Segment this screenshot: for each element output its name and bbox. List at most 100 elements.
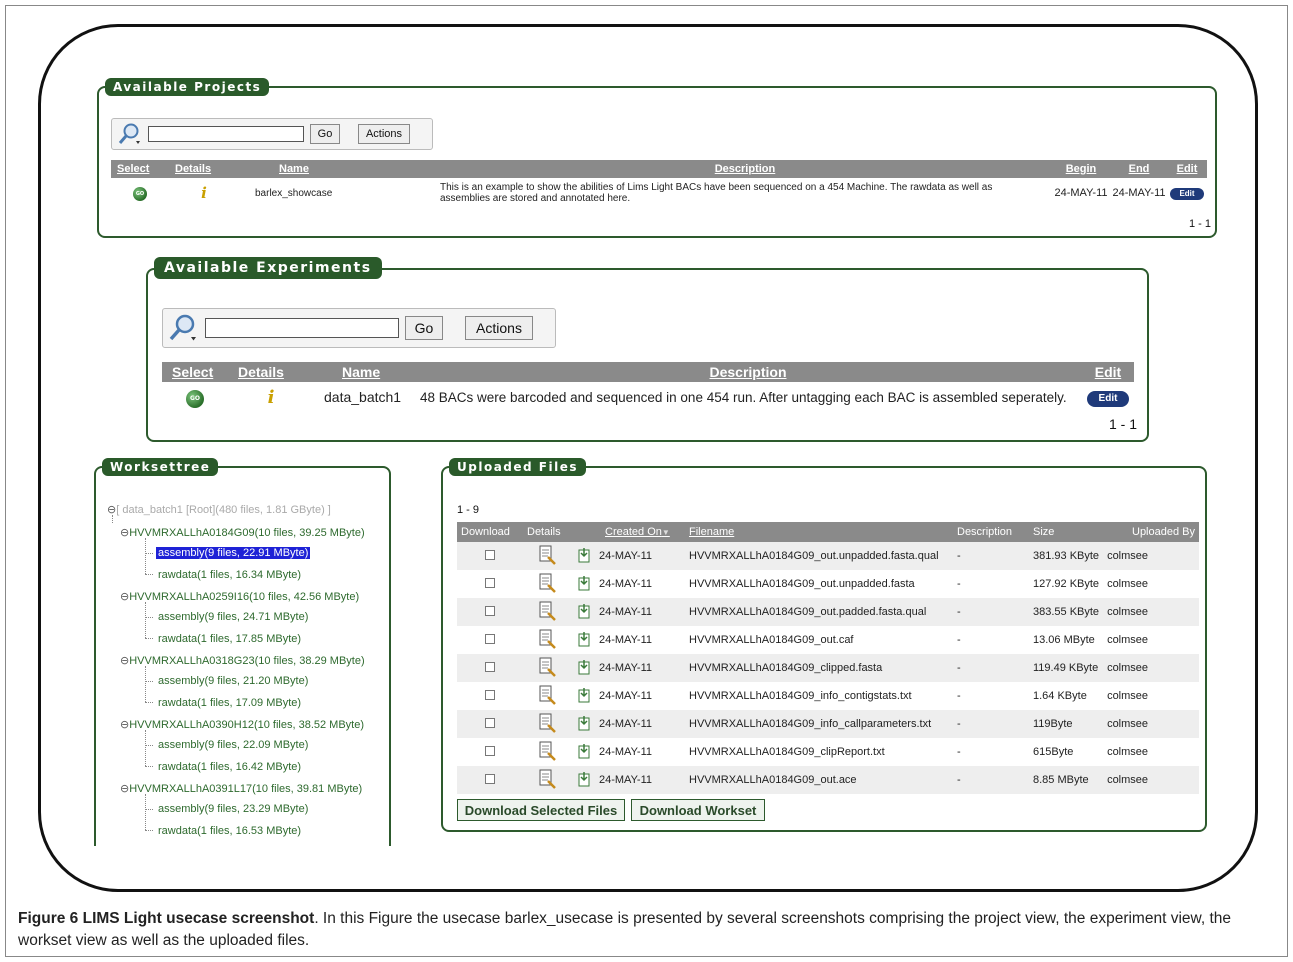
filename[interactable]: HVVMRXALLhA0184G09_info_callparameters.t… [685, 710, 953, 738]
edit-button[interactable]: Edit [1170, 187, 1204, 200]
download-checkbox[interactable] [485, 661, 495, 672]
col-end[interactable]: End [1111, 160, 1167, 178]
col-uploaded-by[interactable]: Uploaded By [1103, 522, 1199, 542]
go-icon[interactable]: GO [186, 389, 204, 408]
go-icon[interactable]: GO [133, 186, 147, 201]
col-details[interactable]: Details [228, 362, 314, 382]
col-select[interactable]: Select [111, 160, 169, 178]
tree-node-bac[interactable]: ⊖HVVMRXALLhA0184G09(10 files, 39.25 MByt… [120, 526, 365, 539]
project-name: barlex_showcase [255, 187, 333, 199]
info-icon[interactable]: i [268, 387, 275, 408]
download-checkbox[interactable] [485, 549, 495, 560]
download-checkbox[interactable] [485, 577, 495, 588]
document-details-icon[interactable] [539, 741, 557, 761]
projects-searchbar: Go Actions [111, 118, 433, 150]
col-begin[interactable]: Begin [1051, 160, 1111, 178]
tree-node-bac[interactable]: ⊖HVVMRXALLhA0391L17(10 files, 39.81 MByt… [120, 782, 362, 795]
download-checkbox[interactable] [485, 689, 495, 700]
projects-table: Select Details Name Description Begin En… [111, 160, 1207, 208]
tree-leaf-rawdata[interactable]: rawdata(1 files, 17.85 MByte) [158, 633, 301, 645]
col-details[interactable]: Details [169, 160, 239, 178]
search-icon[interactable] [169, 313, 201, 343]
info-icon[interactable]: i [201, 184, 207, 202]
col-filename[interactable]: Filename [685, 522, 953, 542]
created-on: 24-MAY-11 [595, 766, 685, 794]
filename[interactable]: HVVMRXALLhA0184G09_clipReport.txt [685, 738, 953, 766]
tree-root[interactable]: ⊖[ data_batch1 [Root](480 files, 1.81 GB… [107, 503, 331, 516]
filename[interactable]: HVVMRXALLhA0184G09_out.unpadded.fasta [685, 570, 953, 598]
tree-leaf-rawdata[interactable]: rawdata(1 files, 16.53 MByte) [158, 825, 301, 837]
document-details-icon[interactable] [539, 629, 557, 649]
file-download-icon[interactable] [578, 631, 590, 647]
tree-leaf-assembly[interactable]: assembly(9 files, 24.71 MByte) [158, 611, 308, 623]
download-selected-files-button[interactable]: Download Selected Files [457, 799, 625, 821]
document-details-icon[interactable] [539, 685, 557, 705]
file-download-icon[interactable] [578, 603, 590, 619]
col-size[interactable]: Size [1029, 522, 1104, 542]
filename[interactable]: HVVMRXALLhA0184G09_clipped.fasta [685, 654, 953, 682]
tree-leaf-rawdata[interactable]: rawdata(1 files, 17.09 MByte) [158, 697, 301, 709]
collapse-icon[interactable]: ⊖ [120, 718, 129, 731]
file-download-icon[interactable] [578, 743, 590, 759]
tree-leaf-rawdata[interactable]: rawdata(1 files, 16.42 MByte) [158, 761, 301, 773]
edit-button[interactable]: Edit [1087, 390, 1129, 407]
collapse-icon[interactable]: ⊖ [120, 782, 129, 795]
file-download-icon[interactable] [578, 771, 590, 787]
col-select[interactable]: Select [162, 362, 228, 382]
file-download-icon[interactable] [578, 547, 590, 563]
uploaded-range: 1 - 9 [457, 504, 480, 516]
experiments-go-button[interactable]: Go [405, 316, 443, 340]
download-checkbox[interactable] [485, 717, 495, 728]
col-name[interactable]: Name [314, 362, 414, 382]
download-checkbox[interactable] [485, 633, 495, 644]
tree-node-bac[interactable]: ⊖HVVMRXALLhA0259I16(10 files, 42.56 MByt… [120, 590, 359, 603]
file-download-icon[interactable] [578, 715, 590, 731]
col-download[interactable]: Download [457, 522, 523, 542]
document-details-icon[interactable] [539, 545, 557, 565]
col-description[interactable]: Description [414, 362, 1082, 382]
tree-leaf-assembly[interactable]: assembly(9 files, 23.29 MByte) [158, 803, 308, 815]
download-checkbox[interactable] [485, 773, 495, 784]
collapse-icon[interactable]: ⊖ [120, 590, 129, 603]
col-edit[interactable]: Edit [1082, 362, 1134, 382]
document-details-icon[interactable] [539, 713, 557, 733]
experiments-search-input[interactable] [205, 318, 399, 338]
tree-leaf-rawdata[interactable]: rawdata(1 files, 16.34 MByte) [158, 569, 301, 581]
filename[interactable]: HVVMRXALLhA0184G09_out.caf [685, 626, 953, 654]
experiment-description: 48 BACs were barcoded and sequenced in o… [420, 389, 1067, 405]
tree-leaf-assembly[interactable]: assembly(9 files, 22.09 MByte) [158, 739, 308, 751]
filename[interactable]: HVVMRXALLhA0184G09_info_contigstats.txt [685, 682, 953, 710]
projects-go-button[interactable]: Go [310, 124, 340, 144]
projects-actions-button[interactable]: Actions [358, 124, 410, 144]
document-details-icon[interactable] [539, 657, 557, 677]
experiments-actions-button[interactable]: Actions [465, 316, 533, 340]
col-description[interactable]: Description [953, 522, 1029, 542]
download-checkbox[interactable] [485, 605, 495, 616]
file-download-icon[interactable] [578, 687, 590, 703]
collapse-icon[interactable]: ⊖ [120, 526, 129, 539]
tree-node-bac[interactable]: ⊖HVVMRXALLhA0318G23(10 files, 38.29 MByt… [120, 654, 365, 667]
sort-desc-icon[interactable]: ▼ [662, 528, 670, 537]
document-details-icon[interactable] [539, 601, 557, 621]
filename[interactable]: HVVMRXALLhA0184G09_out.padded.fasta.qual [685, 598, 953, 626]
file-download-icon[interactable] [578, 575, 590, 591]
filename[interactable]: HVVMRXALLhA0184G09_out.ace [685, 766, 953, 794]
download-checkbox[interactable] [485, 745, 495, 756]
tree-leaf-assembly[interactable]: assembly(9 files, 21.20 MByte) [158, 675, 308, 687]
projects-search-input[interactable] [148, 126, 304, 142]
col-details[interactable]: Details [523, 522, 573, 542]
file-description: - [957, 578, 961, 590]
collapse-icon[interactable]: ⊖ [120, 654, 129, 667]
file-download-icon[interactable] [578, 659, 590, 675]
document-details-icon[interactable] [539, 769, 557, 789]
filename[interactable]: HVVMRXALLhA0184G09_out.unpadded.fasta.qu… [685, 542, 953, 570]
document-details-icon[interactable] [539, 573, 557, 593]
col-description[interactable]: Description [439, 160, 1051, 178]
search-icon[interactable] [118, 122, 144, 146]
col-name[interactable]: Name [239, 160, 439, 178]
download-workset-button[interactable]: Download Workset [631, 799, 765, 821]
col-created-on[interactable]: Created On▼ [595, 522, 685, 542]
tree-leaf-assembly[interactable]: assembly(9 files, 22.91 MByte) [156, 547, 311, 559]
col-edit[interactable]: Edit [1167, 160, 1207, 178]
tree-node-bac[interactable]: ⊖HVVMRXALLhA0390H12(10 files, 38.52 MByt… [120, 718, 364, 731]
